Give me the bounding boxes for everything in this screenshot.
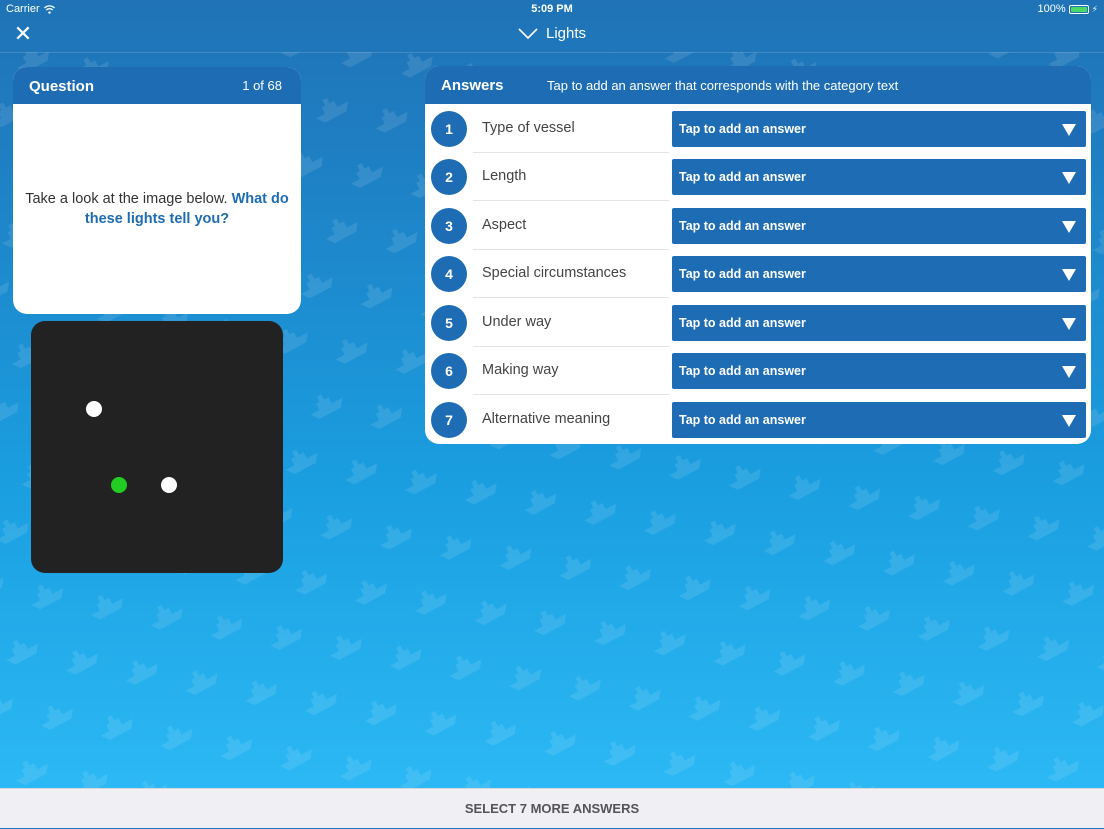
answer-dropdown-value: Tap to add an answer [679, 413, 806, 427]
answer-dropdown-value: Tap to add an answer [679, 170, 806, 184]
answer-category-label: Alternative meaning [482, 411, 611, 427]
answer-category-label: Under way [482, 314, 552, 330]
answer-category-label: Aspect [482, 217, 527, 233]
answer-dropdown-value: Tap to add an answer [679, 316, 806, 330]
dropdown-arrow-icon [1062, 172, 1076, 184]
question-header: Question 1 of 68 [13, 67, 301, 104]
answer-dropdown-value: Tap to add an answer [679, 364, 806, 378]
answers-title: Answers [441, 77, 504, 94]
lights-image [31, 321, 283, 573]
answer-number-badge: 3 [431, 208, 467, 244]
white-light-bottom [161, 477, 177, 493]
nav-title-button[interactable]: Lights [0, 25, 1104, 42]
question-counter: 1 of 68 [242, 78, 282, 93]
answer-dropdown[interactable]: Tap to add an answer [672, 353, 1086, 389]
answer-row: 2 Length Tap to add an answer [425, 153, 1091, 201]
chevron-down-icon [518, 27, 538, 39]
battery-percent: 100% [1037, 3, 1066, 15]
answer-row: 5 Under way Tap to add an answer [425, 299, 1091, 347]
answer-number-badge: 6 [431, 353, 467, 389]
answer-dropdown-value: Tap to add an answer [679, 219, 806, 233]
status-right: 100% ⚡ [1038, 3, 1098, 15]
dropdown-arrow-icon [1062, 318, 1076, 330]
answers-panel: Answers Tap to add an answer that corres… [425, 66, 1091, 444]
answer-dropdown[interactable]: Tap to add an answer [672, 402, 1086, 438]
page-title: Lights [545, 25, 587, 42]
answer-dropdown[interactable]: Tap to add an answer [672, 208, 1086, 244]
dropdown-arrow-icon [1062, 269, 1076, 281]
dropdown-arrow-icon [1062, 221, 1076, 233]
answer-row: 7 Alternative meaning Tap to add an answ… [425, 396, 1091, 444]
charging-icon: ⚡ [1091, 3, 1098, 14]
status-time: 5:09 PM [531, 3, 573, 15]
answer-number-badge: 4 [431, 256, 467, 292]
answer-dropdown[interactable]: Tap to add an answer [672, 111, 1086, 147]
row-divider [473, 394, 669, 395]
row-divider [473, 200, 669, 201]
question-card: Question 1 of 68 Take a look at the imag… [13, 67, 301, 314]
dropdown-arrow-icon [1062, 366, 1076, 378]
white-light-top [86, 401, 102, 417]
battery-icon [1068, 4, 1089, 14]
answer-row: 3 Aspect Tap to add an answer [425, 202, 1091, 250]
answer-number-badge: 7 [431, 402, 467, 438]
answer-dropdown[interactable]: Tap to add an answer [672, 159, 1086, 195]
nav-bar: ✕ Lights [0, 18, 1104, 53]
answer-row: 6 Making way Tap to add an answer [425, 347, 1091, 395]
answer-number-badge: 2 [431, 159, 467, 195]
answer-category-label: Type of vessel [482, 120, 575, 136]
answers-hint: Tap to add an answer that corresponds wi… [547, 78, 899, 93]
question-text: Take a look at the image below. What do … [19, 189, 295, 229]
green-light [111, 477, 127, 493]
row-divider [473, 297, 669, 298]
answer-category-label: Length [482, 168, 527, 184]
answer-row: 4 Special circumstances Tap to add an an… [425, 250, 1091, 298]
answer-dropdown[interactable]: Tap to add an answer [672, 305, 1086, 341]
answer-dropdown[interactable]: Tap to add an answer [672, 256, 1086, 292]
answer-row: 1 Type of vessel Tap to add an answer [425, 105, 1091, 153]
select-more-answers-button[interactable]: SELECT 7 MORE ANSWERS [0, 788, 1104, 828]
dropdown-arrow-icon [1062, 124, 1076, 136]
dropdown-arrow-icon [1062, 415, 1076, 427]
answer-dropdown-value: Tap to add an answer [679, 122, 806, 136]
answer-number-badge: 1 [431, 111, 467, 147]
answer-category-label: Making way [482, 362, 559, 378]
answers-header: Answers Tap to add an answer that corres… [425, 66, 1091, 104]
question-title: Question [29, 78, 95, 95]
answer-number-badge: 5 [431, 305, 467, 341]
question-text-plain: Take a look at the image below. [25, 191, 228, 207]
question-body: Take a look at the image below. What do … [13, 104, 301, 314]
answer-category-label: Special circumstances [482, 265, 627, 281]
answer-dropdown-value: Tap to add an answer [679, 267, 806, 281]
status-bar: Carrier 5:09 PM 100% ⚡ [0, 0, 1104, 18]
